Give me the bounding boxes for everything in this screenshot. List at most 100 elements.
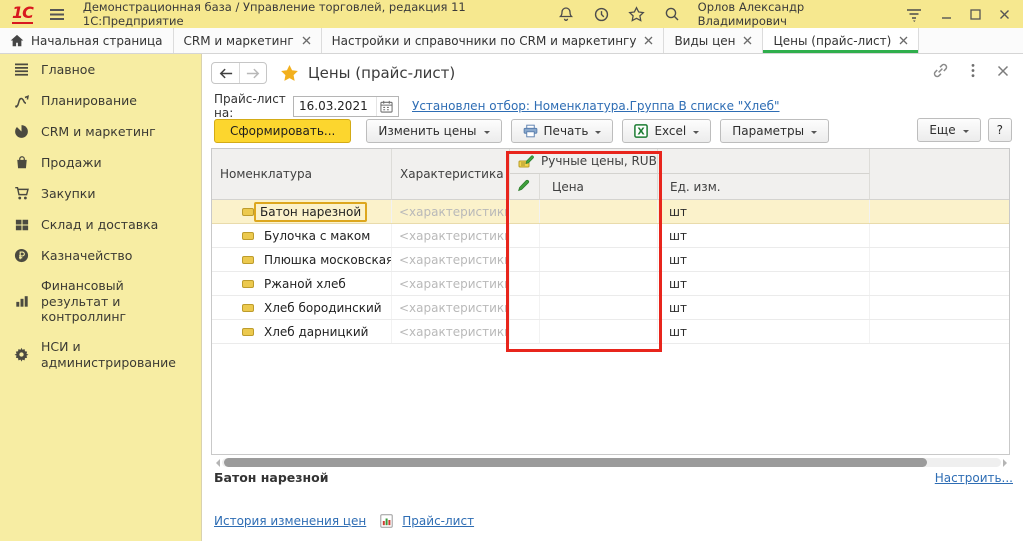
calendar-icon[interactable] bbox=[376, 97, 396, 116]
table-row[interactable]: Булочка с маком <характеристики ... шт bbox=[212, 224, 1009, 248]
sidebar-item-crm[interactable]: CRM и маркетинг bbox=[0, 116, 201, 147]
print-button[interactable]: Печать bbox=[511, 119, 614, 143]
nomenclature-name[interactable]: Ржаной хлеб bbox=[260, 276, 350, 292]
column-header-price[interactable]: Цена bbox=[540, 174, 658, 200]
tab-home[interactable]: Начальная страница bbox=[0, 28, 174, 53]
scrollbar-track[interactable] bbox=[222, 458, 1001, 467]
scroll-right-icon[interactable] bbox=[1003, 459, 1011, 467]
tab-price-list[interactable]: Цены (прайс-лист) bbox=[763, 28, 919, 53]
nomenclature-name[interactable]: Плюшка московская bbox=[260, 252, 392, 268]
price-cell[interactable] bbox=[540, 296, 658, 319]
get-link-icon[interactable] bbox=[932, 62, 949, 82]
more-menu-icon[interactable] bbox=[971, 63, 975, 81]
maximize-button[interactable] bbox=[963, 3, 988, 25]
edit-flag-cell[interactable] bbox=[510, 296, 540, 319]
tab-price-kinds[interactable]: Виды цен bbox=[664, 28, 763, 53]
price-cell[interactable] bbox=[540, 200, 658, 223]
history-icon[interactable] bbox=[593, 5, 610, 23]
sidebar-item-main[interactable]: Главное bbox=[0, 54, 201, 85]
search-icon[interactable] bbox=[663, 5, 680, 23]
nomenclature-name[interactable]: Хлеб дарницкий bbox=[260, 324, 372, 340]
column-header-unit[interactable]: Ед. изм. bbox=[658, 174, 870, 200]
generate-button[interactable]: Сформировать... bbox=[214, 119, 351, 143]
tab-crm-settings[interactable]: Настройки и справочники по CRM и маркети… bbox=[322, 28, 665, 53]
price-cell[interactable] bbox=[540, 272, 658, 295]
back-button[interactable] bbox=[212, 63, 239, 83]
unit-cell[interactable]: шт bbox=[658, 272, 870, 295]
sidebar-item-planning[interactable]: Планирование bbox=[0, 85, 201, 116]
horizontal-scrollbar[interactable] bbox=[212, 457, 1011, 468]
close-tab-icon[interactable] bbox=[743, 36, 752, 45]
characteristic-cell[interactable]: <характеристики ... bbox=[392, 200, 510, 223]
table-row[interactable]: Батон нарезной <характеристики ... шт bbox=[212, 200, 1009, 224]
notifications-bell-icon[interactable] bbox=[558, 5, 575, 23]
price-cell[interactable] bbox=[540, 320, 658, 343]
price-cell[interactable] bbox=[540, 248, 658, 271]
edit-flag-cell[interactable] bbox=[510, 320, 540, 343]
current-user-name[interactable]: Орлов Александр Владимирович bbox=[698, 0, 889, 28]
filter-link[interactable]: Установлен отбор: Номенклатура.Группа В … bbox=[412, 99, 780, 113]
edit-flag-cell[interactable] bbox=[510, 200, 540, 223]
edit-flag-cell[interactable] bbox=[510, 224, 540, 247]
unit-cell[interactable]: шт bbox=[658, 200, 870, 223]
table-header: Номенклатура Характеристика Ручные цены,… bbox=[212, 149, 1009, 200]
table-row[interactable]: Ржаной хлеб <характеристики ... шт bbox=[212, 272, 1009, 296]
sidebar-item-treasury[interactable]: Казначейство bbox=[0, 240, 201, 271]
close-window-button[interactable] bbox=[992, 3, 1017, 25]
scroll-left-icon[interactable] bbox=[212, 459, 220, 467]
nomenclature-name[interactable]: Хлеб бородинский bbox=[260, 300, 386, 316]
nomenclature-name[interactable]: Булочка с маком bbox=[260, 228, 374, 244]
column-group-manual-prices[interactable]: Ручные цены, RUB bbox=[510, 149, 658, 174]
table-row[interactable]: Хлеб дарницкий <характеристики ... шт bbox=[212, 320, 1009, 344]
empty-cell bbox=[870, 272, 1009, 295]
scrollbar-thumb[interactable] bbox=[224, 458, 927, 467]
close-tab-icon[interactable] bbox=[899, 36, 908, 45]
configure-link[interactable]: Настроить... bbox=[935, 471, 1013, 485]
characteristic-cell[interactable]: <характеристики ... bbox=[392, 296, 510, 319]
sidebar-item-sales[interactable]: Продажи bbox=[0, 147, 201, 178]
favorites-star-icon[interactable] bbox=[628, 5, 645, 23]
change-prices-button[interactable]: Изменить цены bbox=[366, 119, 501, 143]
sidebar-item-financial-result[interactable]: Финансовый результат и контроллинг bbox=[0, 271, 201, 332]
unit-cell[interactable]: шт bbox=[658, 296, 870, 319]
column-header-characteristic[interactable]: Характеристика bbox=[392, 149, 510, 200]
excel-button[interactable]: X Excel bbox=[622, 119, 711, 143]
sidebar-item-warehouse[interactable]: Склад и доставка bbox=[0, 209, 201, 240]
close-tab-icon[interactable] bbox=[644, 36, 653, 45]
tab-label: Начальная страница bbox=[31, 34, 163, 48]
close-tab-icon[interactable] bbox=[302, 36, 311, 45]
tab-crm-marketing[interactable]: CRM и маркетинг bbox=[174, 28, 322, 53]
table-row[interactable]: Плюшка московская <характеристики ... шт bbox=[212, 248, 1009, 272]
table-row[interactable]: Хлеб бородинский <характеристики ... шт bbox=[212, 296, 1009, 320]
characteristic-cell[interactable]: <характеристики ... bbox=[392, 224, 510, 247]
tools-settings-icon[interactable] bbox=[905, 5, 923, 23]
characteristic-cell[interactable]: <характеристики ... bbox=[392, 272, 510, 295]
sidebar-item-administration[interactable]: НСИ и администрирование bbox=[0, 332, 201, 377]
date-input[interactable] bbox=[294, 99, 376, 113]
sidebar-item-purchases[interactable]: Закупки bbox=[0, 178, 201, 209]
favorite-star-icon[interactable] bbox=[280, 64, 299, 83]
tab-label: Цены (прайс-лист) bbox=[773, 34, 891, 48]
unit-cell[interactable]: шт bbox=[658, 224, 870, 247]
price-history-link[interactable]: История изменения цен bbox=[214, 514, 366, 528]
characteristic-cell[interactable]: <характеристики ... bbox=[392, 320, 510, 343]
nomenclature-name[interactable]: Батон нарезной bbox=[254, 202, 367, 222]
planning-chart-icon bbox=[13, 92, 30, 109]
unit-cell[interactable]: шт bbox=[658, 320, 870, 343]
forward-button[interactable] bbox=[239, 63, 266, 83]
column-header-nomenclature[interactable]: Номенклатура bbox=[212, 149, 392, 200]
main-menu-icon[interactable] bbox=[49, 8, 65, 21]
unit-cell[interactable]: шт bbox=[658, 248, 870, 271]
edit-flag-cell[interactable] bbox=[510, 272, 540, 295]
empty-cell bbox=[870, 296, 1009, 319]
minimize-button[interactable] bbox=[934, 3, 959, 25]
close-form-icon[interactable] bbox=[997, 65, 1009, 80]
edit-flag-column-header[interactable] bbox=[510, 174, 540, 200]
edit-flag-cell[interactable] bbox=[510, 248, 540, 271]
characteristic-cell[interactable]: <характеристики ... bbox=[392, 248, 510, 271]
parameters-button[interactable]: Параметры bbox=[720, 119, 829, 143]
help-button[interactable]: ? bbox=[988, 118, 1012, 142]
more-button[interactable]: Еще bbox=[917, 118, 980, 142]
price-cell[interactable] bbox=[540, 224, 658, 247]
price-list-report-link[interactable]: Прайс-лист bbox=[402, 514, 474, 528]
